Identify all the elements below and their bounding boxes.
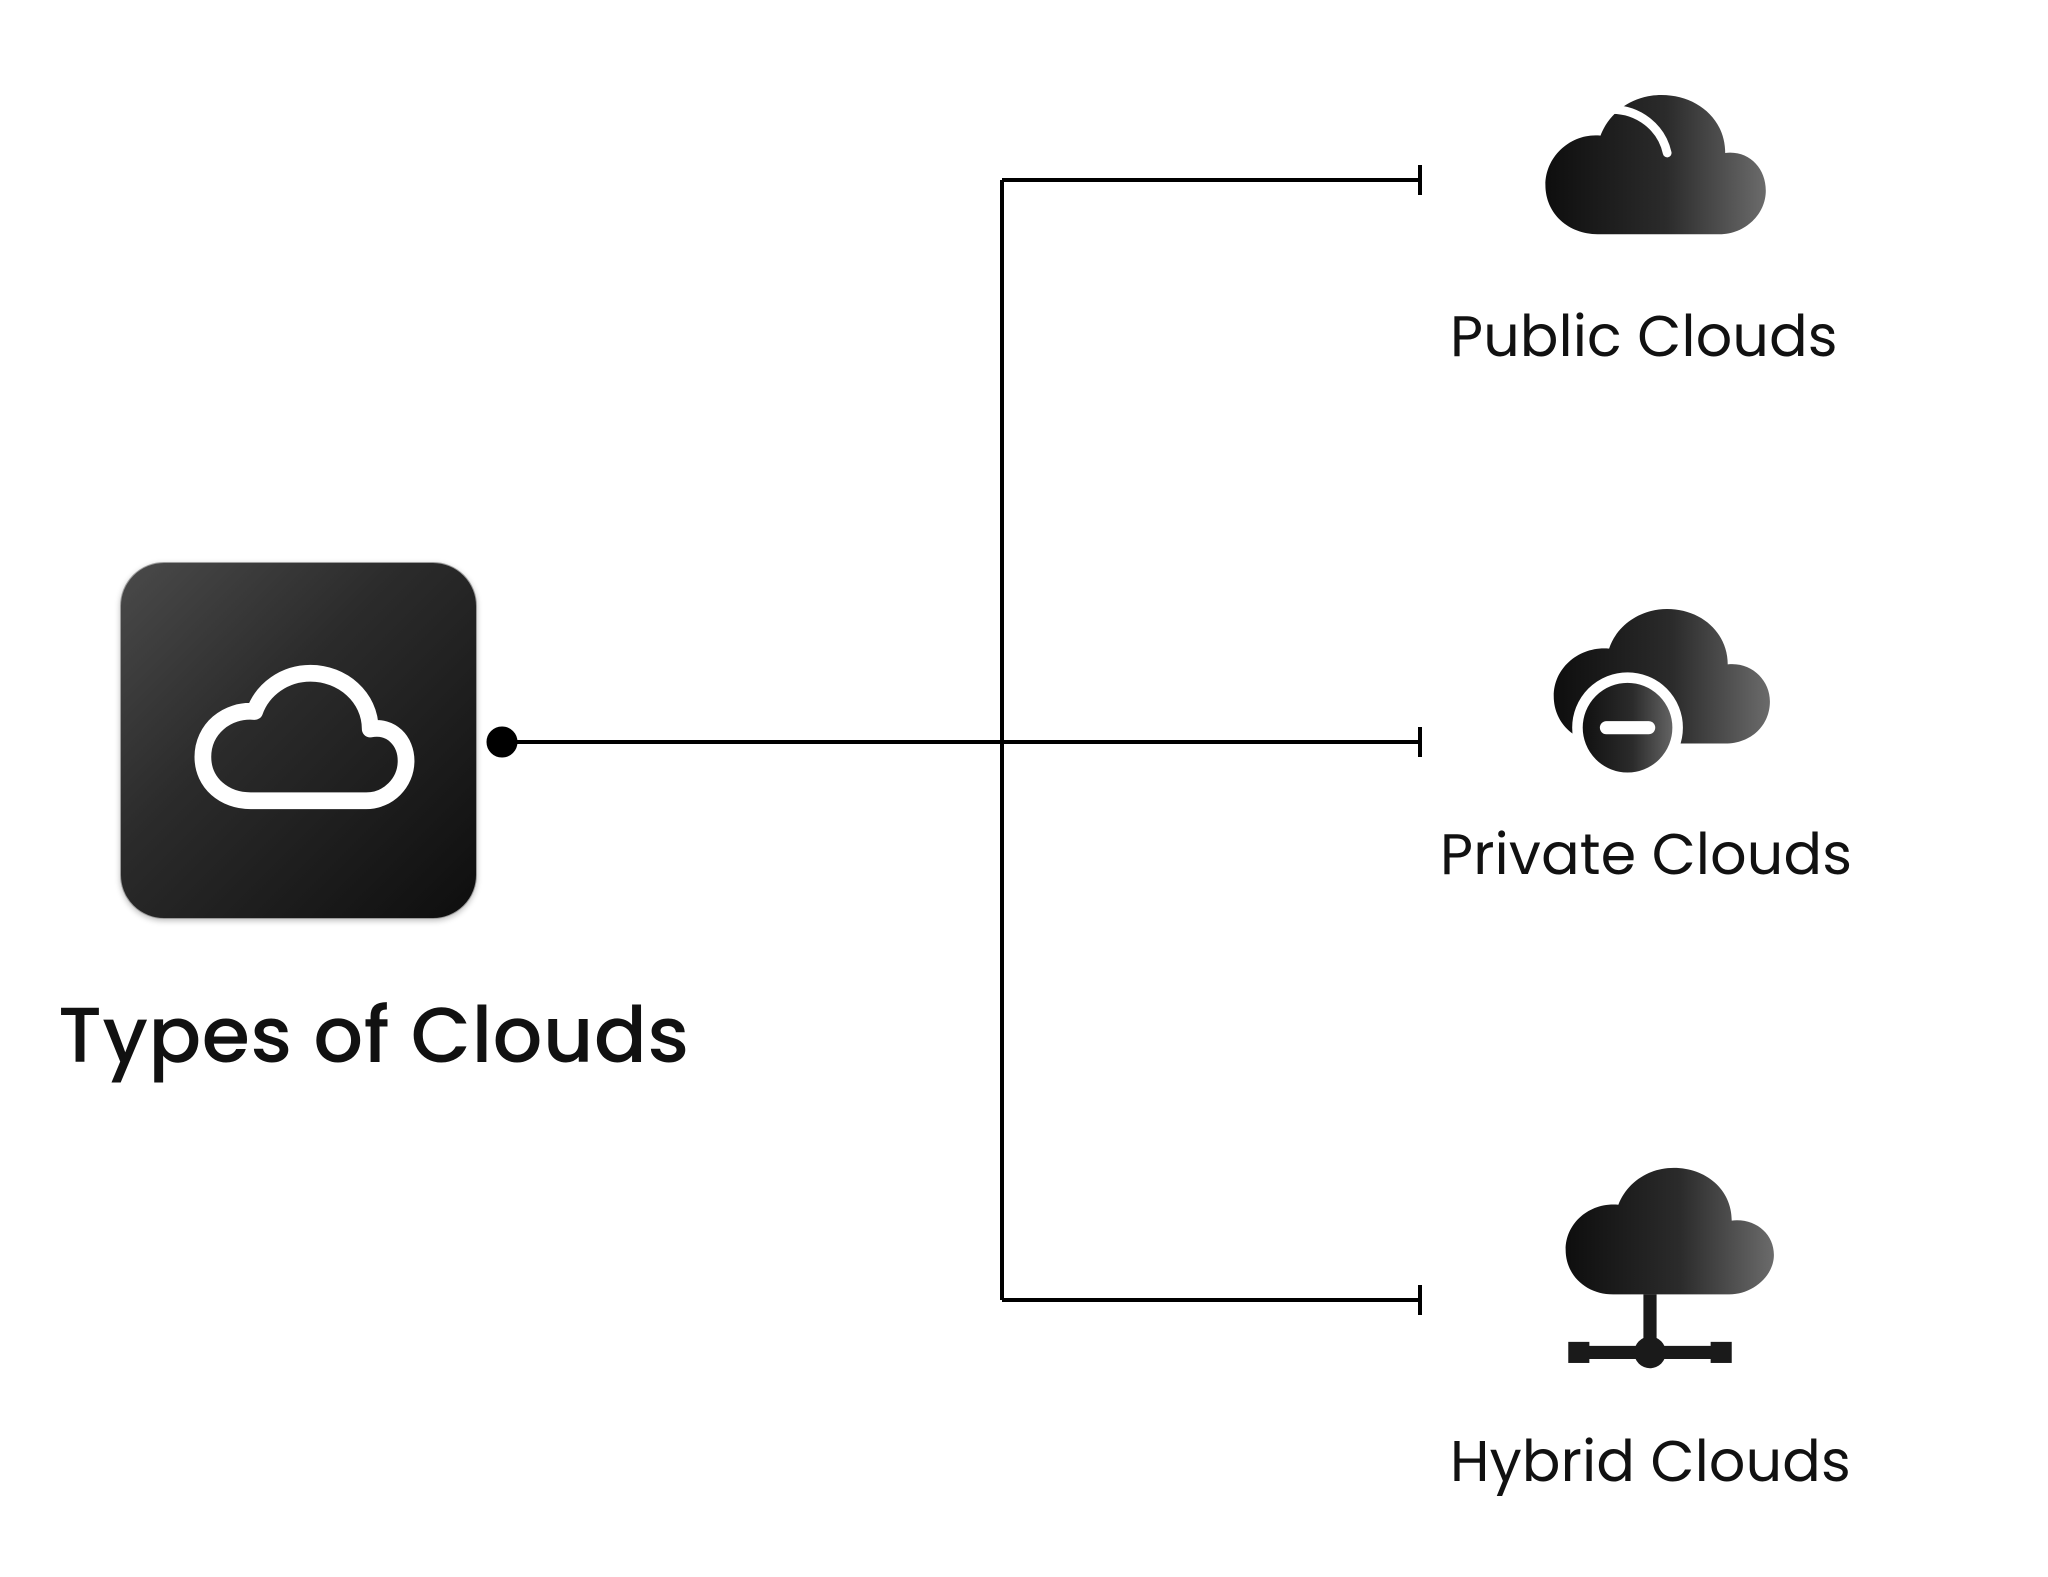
- diagram-canvas: Types of Clouds Public Clouds Private Cl…: [0, 0, 2048, 1577]
- hybrid-cloud-icon: [1505, 1142, 1795, 1402]
- private-cloud-icon: [1501, 578, 1791, 793]
- leaf-hybrid: Hybrid Clouds: [1450, 1142, 1851, 1504]
- private-cloud-label: Private Clouds: [1440, 811, 1852, 897]
- cloud-outline-icon: [171, 647, 426, 834]
- root-node: [120, 562, 477, 919]
- public-cloud-label: Public Clouds: [1450, 293, 1838, 379]
- public-cloud-icon: [1499, 60, 1789, 275]
- leaf-private: Private Clouds: [1440, 578, 1852, 897]
- root-title: Types of Clouds: [58, 977, 690, 1094]
- leaf-public: Public Clouds: [1450, 60, 1838, 379]
- hybrid-cloud-label: Hybrid Clouds: [1450, 1418, 1851, 1504]
